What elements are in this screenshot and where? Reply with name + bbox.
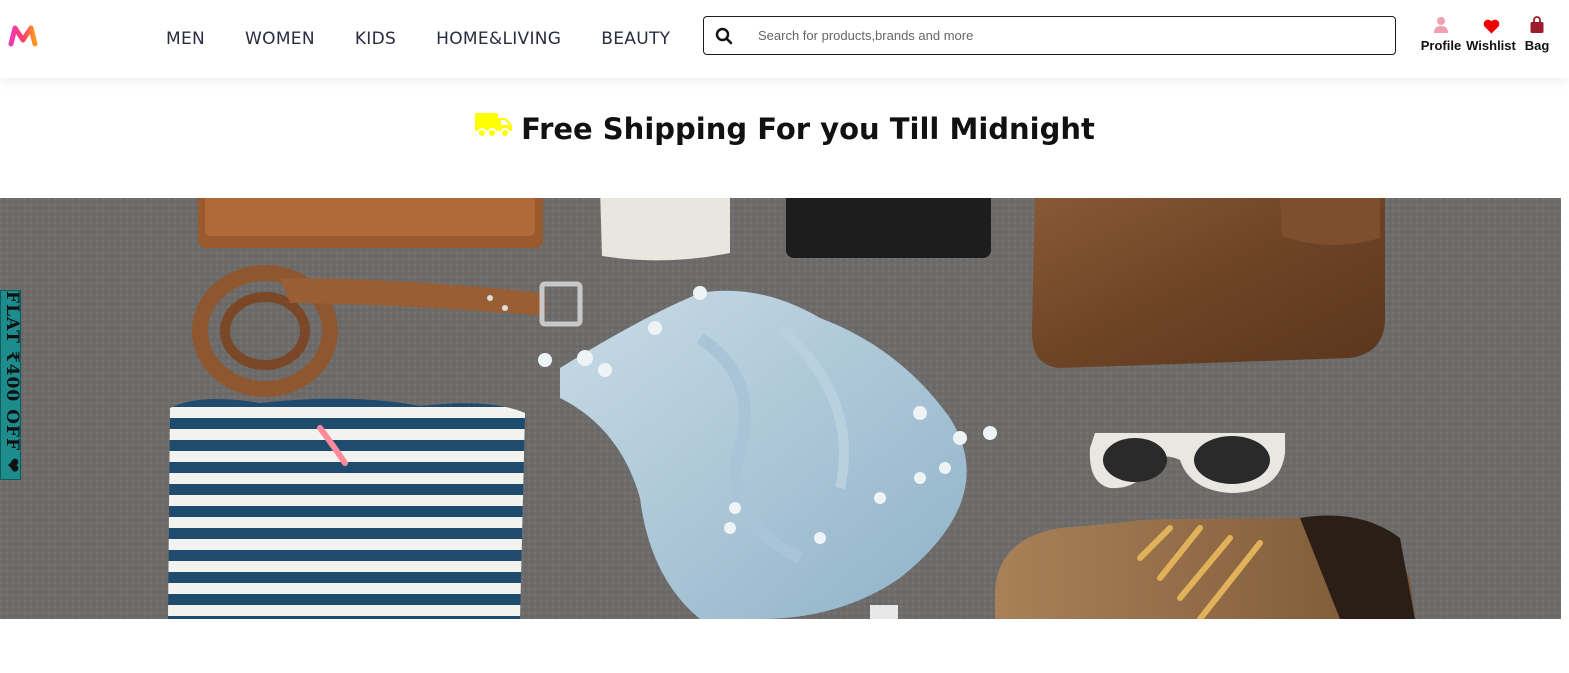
- nav-women[interactable]: WOMEN: [225, 0, 335, 78]
- bag-icon: [1529, 12, 1545, 34]
- nav-home-living[interactable]: HOME&LIVING: [416, 0, 581, 78]
- main-nav: MEN WOMEN KIDS HOME&LIVING BEAUTY: [146, 0, 690, 78]
- bag-label: Bag: [1524, 38, 1550, 53]
- shipping-banner: Free Shipping For you Till Midnight: [0, 112, 1569, 146]
- nav-beauty[interactable]: BEAUTY: [581, 0, 690, 78]
- person-icon: [1433, 12, 1449, 34]
- heart-icon: [1483, 12, 1500, 34]
- search-input[interactable]: [744, 17, 1395, 54]
- profile-button[interactable]: Profile: [1418, 12, 1464, 53]
- flat-offer-tab[interactable]: FLAT ₹400 OFF ❤: [0, 290, 21, 480]
- hero-image[interactable]: [0, 198, 1561, 619]
- myntra-logo-icon[interactable]: [8, 24, 38, 48]
- nav-men[interactable]: MEN: [146, 0, 225, 78]
- header-actions: Profile Wishlist Bag: [1416, 12, 1556, 53]
- truck-icon: [474, 110, 514, 140]
- shipping-headline: Free Shipping For you Till Midnight: [521, 112, 1095, 146]
- site-header: MEN WOMEN KIDS HOME&LIVING BEAUTY Profil…: [0, 0, 1569, 78]
- wishlist-button[interactable]: Wishlist: [1464, 12, 1518, 53]
- search-icon[interactable]: [704, 17, 744, 54]
- search-bar: [703, 16, 1396, 55]
- wishlist-label: Wishlist: [1466, 38, 1516, 53]
- nav-kids[interactable]: KIDS: [335, 0, 416, 78]
- flat-offer-label: FLAT ₹400 OFF ❤: [2, 291, 21, 474]
- profile-label: Profile: [1420, 38, 1462, 53]
- bag-button[interactable]: Bag: [1518, 12, 1556, 53]
